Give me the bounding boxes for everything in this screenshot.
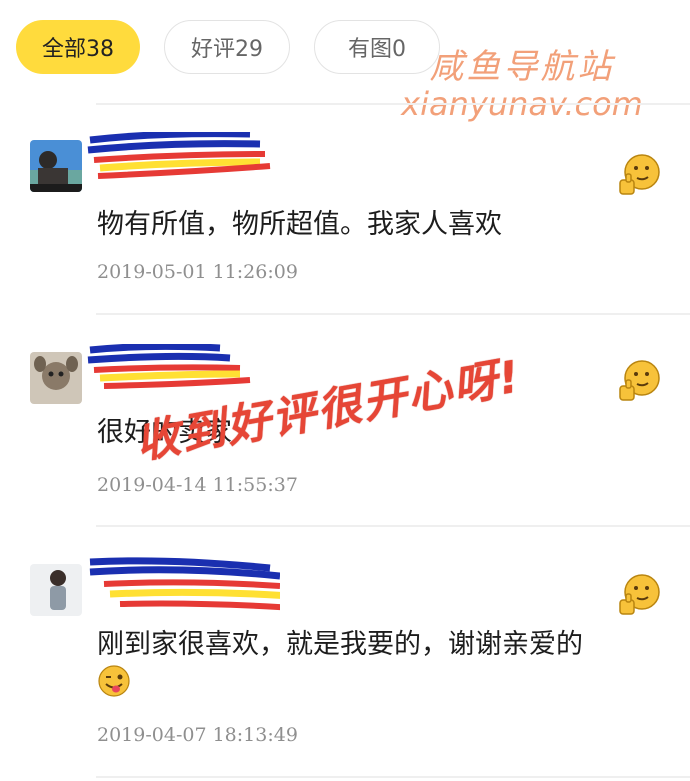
review-time: 2019-04-14 11:55:37 [97, 474, 298, 496]
username-redaction-scribble [87, 132, 271, 179]
filter-tab-positive[interactable]: 好评29 [164, 20, 290, 74]
divider [96, 103, 690, 105]
filter-tab-all[interactable]: 全部38 [16, 20, 140, 74]
review-filter-tabs: 全部38 好评29 有图0 [16, 20, 440, 74]
avatar[interactable] [30, 140, 82, 192]
filter-tab-with-images[interactable]: 有图0 [314, 20, 440, 74]
avatar[interactable] [30, 352, 82, 404]
thumbs-up-emoji-icon[interactable] [616, 358, 662, 404]
divider [96, 313, 690, 315]
review-time: 2019-05-01 11:26:09 [97, 261, 298, 283]
avatar[interactable] [30, 564, 82, 616]
divider [96, 776, 690, 778]
divider [96, 525, 690, 527]
thumbs-up-emoji-icon[interactable] [616, 152, 662, 198]
review-text: 刚到家很喜欢，就是我要的，谢谢亲爱的 [97, 629, 583, 660]
thumbs-up-emoji-icon[interactable] [616, 572, 662, 618]
review-time: 2019-04-07 18:13:49 [97, 724, 298, 746]
winking-tongue-emoji-icon [98, 665, 130, 697]
review-text: 物有所值，物所超值。我家人喜欢 [97, 209, 502, 240]
username-redaction-scribble [89, 557, 280, 611]
